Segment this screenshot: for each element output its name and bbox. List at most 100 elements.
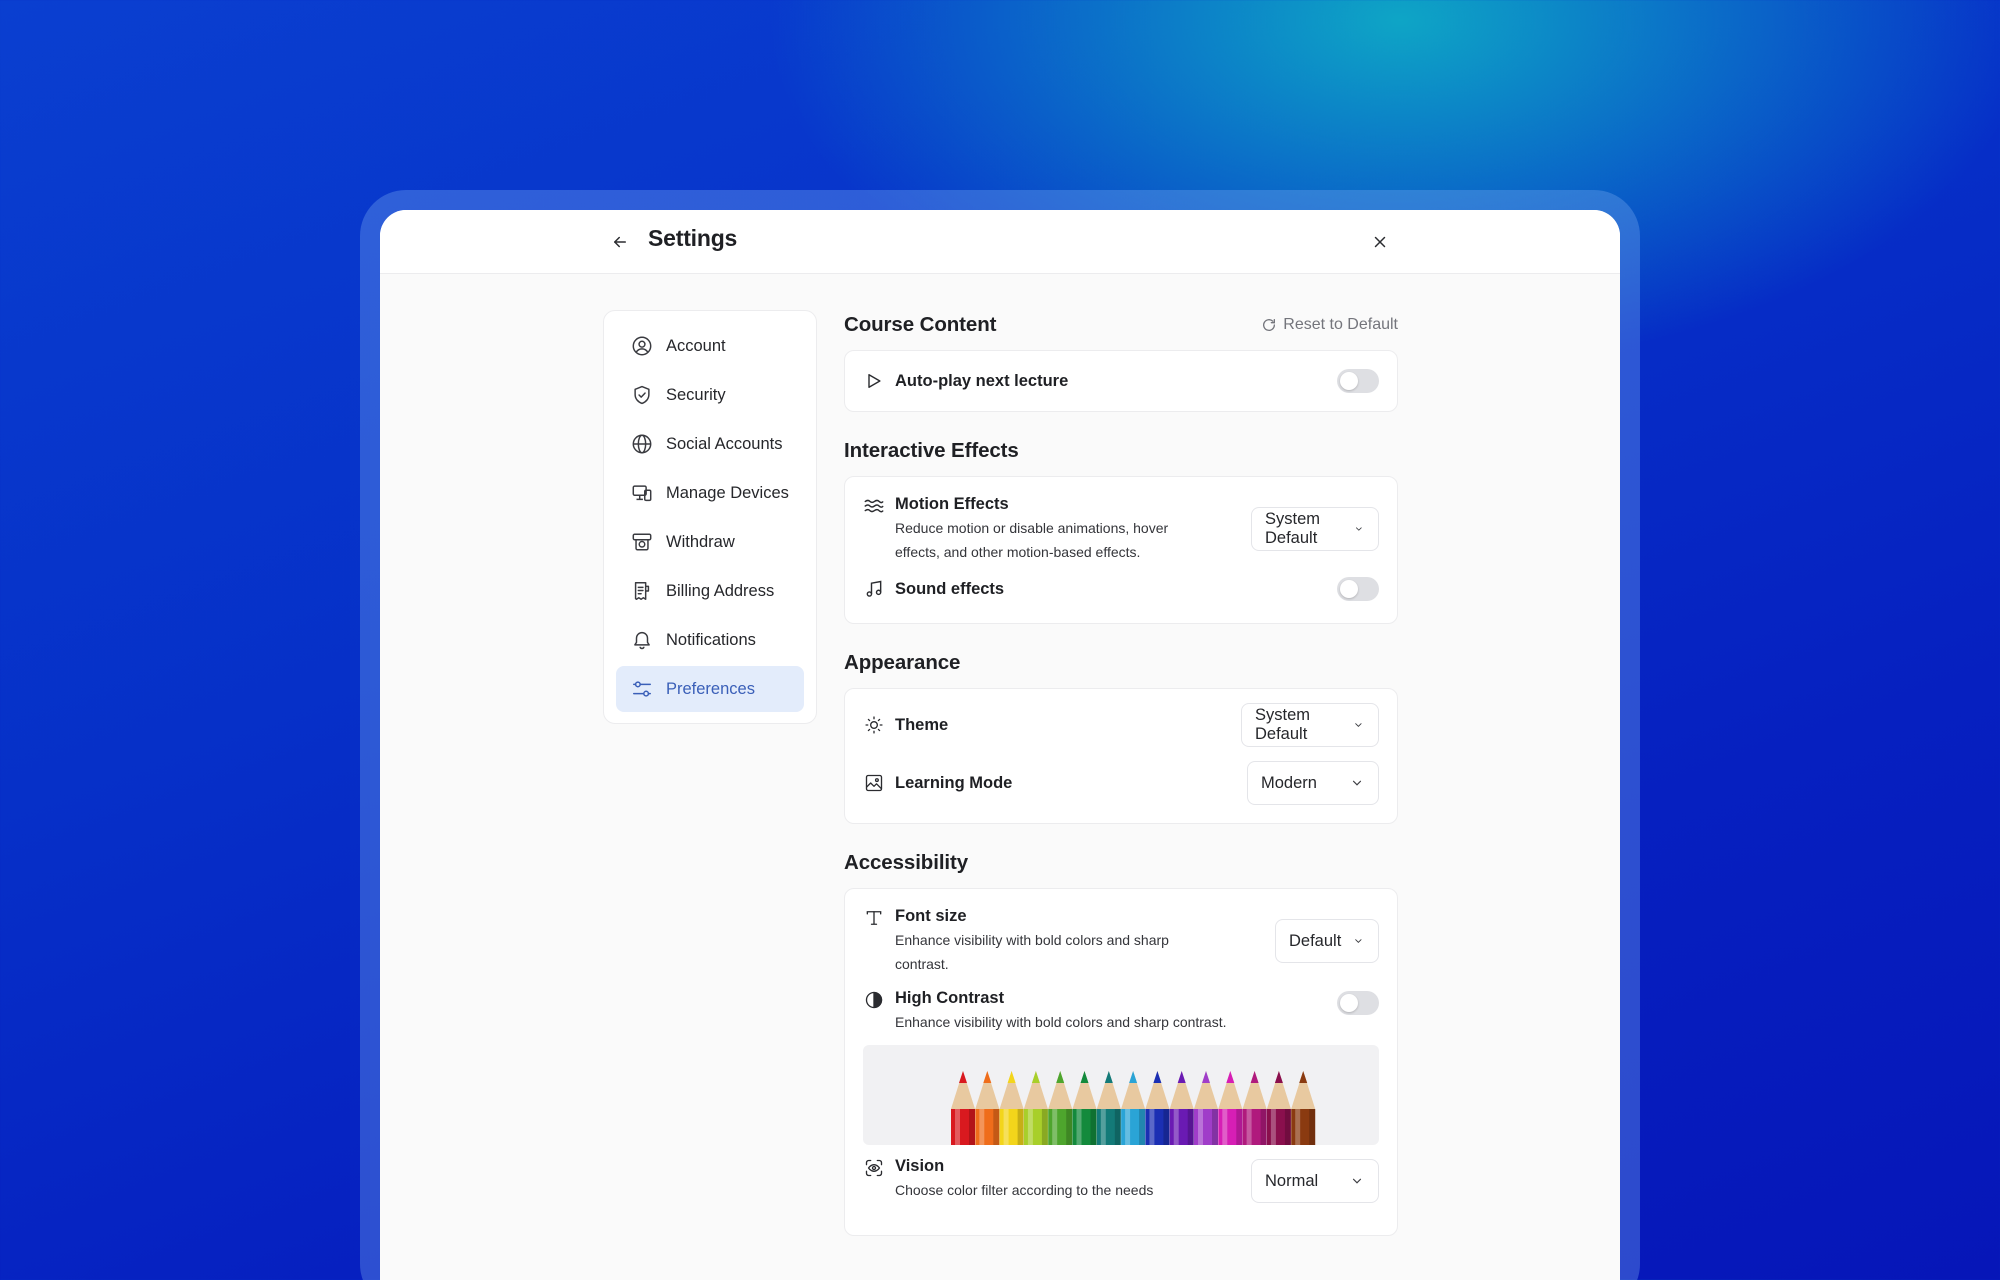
theme-row: Theme System Default	[863, 703, 1379, 747]
select-value: System Default	[1255, 706, 1311, 743]
globe-icon	[630, 432, 654, 456]
theme-select[interactable]: System Default	[1241, 703, 1379, 747]
autoplay-row: Auto-play next lecture	[863, 351, 1379, 411]
autoplay-label: Auto-play next lecture	[895, 371, 1069, 390]
pencil	[975, 1071, 1000, 1145]
accessibility-header: Accessibility	[844, 848, 1398, 878]
motion-effects-select[interactable]: System Default	[1251, 507, 1379, 551]
select-value: System Default	[1265, 510, 1321, 547]
close-button[interactable]	[1368, 230, 1392, 254]
sidebar-item-manage-devices[interactable]: Manage Devices	[616, 470, 804, 516]
section-title: Course Content	[844, 313, 997, 336]
sliders-icon	[630, 677, 654, 701]
sidebar-item-preferences[interactable]: Preferences	[616, 666, 804, 712]
pencil	[1072, 1071, 1097, 1145]
interactive-effects-header: Interactive Effects	[844, 436, 1398, 466]
accessibility-card: Font size Enhance visibility with bold c…	[844, 888, 1398, 1236]
autoplay-toggle[interactable]	[1337, 369, 1379, 393]
course-content-card: Auto-play next lecture	[844, 350, 1398, 412]
sidebar-item-notifications[interactable]: Notifications	[616, 617, 804, 663]
settings-sidebar: Account Security Social Accounts Manage …	[603, 310, 817, 724]
high-contrast-label: High Contrast	[895, 989, 1005, 1007]
sidebar-item-label: Preferences	[666, 679, 755, 698]
sidebar-item-label: Social Accounts	[666, 434, 783, 453]
font-size-description: Enhance visibility with bold colors and …	[895, 932, 1169, 972]
chevron-down-icon	[1352, 1178, 1362, 1184]
high-contrast-row: High Contrast Enhance visibility with bo…	[863, 989, 1379, 1045]
learning-mode-label: Learning Mode	[895, 773, 1013, 792]
user-circle-icon	[630, 334, 654, 358]
course-content-header: Course Content Reset to Default	[844, 310, 1398, 340]
learning-mode-select[interactable]: Modern	[1247, 761, 1379, 805]
appearance-header: Appearance	[844, 648, 1398, 678]
motion-effects-row: Motion Effects Reduce motion or disable …	[863, 495, 1379, 567]
chevron-down-icon	[1352, 780, 1362, 786]
select-value: Default	[1289, 931, 1342, 950]
theme-label: Theme	[895, 715, 949, 734]
sidebar-item-billing-address[interactable]: Billing Address	[616, 568, 804, 614]
music-note-icon	[863, 578, 885, 600]
select-value: Normal	[1265, 1171, 1319, 1190]
sidebar-item-label: Billing Address	[666, 581, 775, 600]
motion-effects-description: Reduce motion or disable animations, hov…	[895, 520, 1169, 560]
sidebar-item-social-accounts[interactable]: Social Accounts	[616, 421, 804, 467]
pencil	[1023, 1071, 1048, 1145]
section-title: Appearance	[844, 651, 961, 674]
chevron-down-icon	[1355, 723, 1362, 727]
eye-scan-icon	[863, 1157, 885, 1179]
pencil	[1194, 1071, 1218, 1145]
shield-icon	[630, 383, 654, 407]
pencil	[1096, 1071, 1121, 1145]
select-value: Modern	[1261, 773, 1317, 792]
sidebar-item-withdraw[interactable]: Withdraw	[616, 519, 804, 565]
color-pencils-image	[951, 1071, 1316, 1145]
vision-row: Vision Choose color filter according to …	[863, 1157, 1379, 1209]
header: Settings	[380, 210, 1620, 274]
interactive-effects-card: Motion Effects Reduce motion or disable …	[844, 476, 1398, 624]
pencil	[1242, 1071, 1267, 1145]
back-button[interactable]	[608, 230, 632, 254]
waves-icon	[863, 495, 885, 517]
sidebar-item-label: Withdraw	[666, 532, 735, 551]
high-contrast-description: Enhance visibility with bold colors and …	[895, 1014, 1227, 1030]
sidebar-item-account[interactable]: Account	[616, 323, 804, 369]
close-icon	[1374, 236, 1386, 248]
receipt-icon	[630, 579, 654, 603]
sound-effects-label: Sound effects	[895, 579, 1005, 598]
reset-to-default-button[interactable]: Reset to Default	[1261, 316, 1398, 334]
image-frame-icon	[863, 772, 885, 794]
sound-effects-toggle[interactable]	[1337, 577, 1379, 601]
pencil	[1291, 1071, 1316, 1145]
arrow-left-icon	[614, 236, 626, 248]
sidebar-item-label: Manage Devices	[666, 483, 789, 502]
settings-window: Settings Account Security Social Account…	[380, 210, 1620, 1280]
reset-label: Reset to Default	[1283, 316, 1398, 333]
preferences-panel: Course Content Reset to Default Auto-pla…	[844, 310, 1398, 1260]
font-size-select[interactable]: Default	[1275, 919, 1379, 963]
appearance-card: Theme System Default Learning Mode Moder…	[844, 688, 1398, 824]
chevron-down-icon	[1355, 939, 1362, 943]
learning-mode-row: Learning Mode Modern	[863, 761, 1379, 805]
devices-icon	[630, 481, 654, 505]
bell-icon	[630, 628, 654, 652]
refresh-icon	[1263, 319, 1276, 331]
font-size-row: Font size Enhance visibility with bold c…	[863, 907, 1379, 979]
pencil	[1218, 1071, 1243, 1145]
pencil	[1145, 1071, 1170, 1145]
sidebar-item-label: Account	[666, 336, 726, 355]
vision-select[interactable]: Normal	[1251, 1159, 1379, 1203]
page-title: Settings	[648, 225, 738, 251]
section-title: Interactive Effects	[844, 439, 1019, 462]
pencil	[1121, 1071, 1146, 1145]
color-pencils-preview	[863, 1045, 1379, 1145]
type-icon	[863, 907, 885, 929]
play-icon	[863, 370, 885, 392]
section-title: Accessibility	[844, 851, 969, 874]
pencil	[999, 1071, 1024, 1145]
sidebar-item-security[interactable]: Security	[616, 372, 804, 418]
high-contrast-toggle[interactable]	[1337, 991, 1379, 1015]
pencil	[951, 1071, 975, 1145]
withdraw-icon	[630, 530, 654, 554]
sidebar-item-label: Security	[666, 385, 726, 404]
sidebar-item-label: Notifications	[666, 630, 756, 649]
